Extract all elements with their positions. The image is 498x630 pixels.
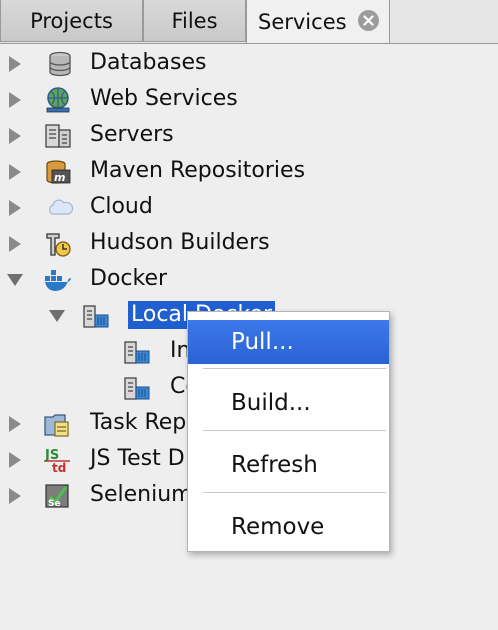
task-repo-icon [43, 410, 71, 438]
hudson-icon [43, 230, 71, 258]
menu-separator [203, 430, 386, 431]
tree-node-label: Task Rep [90, 410, 187, 435]
expand-arrow-icon[interactable] [9, 416, 21, 432]
tree-node-label: Databases [90, 50, 207, 75]
tree-node-label: Hudson Builders [90, 230, 270, 255]
menu-separator [203, 368, 386, 369]
tree-node-label: Maven Repositories [90, 158, 306, 183]
docker-instance-icon [82, 302, 110, 330]
collapse-arrow-icon[interactable] [49, 310, 65, 322]
expand-arrow-icon[interactable] [9, 488, 21, 504]
selenium-icon: Se [44, 482, 72, 510]
tab-files-label: Files [171, 8, 218, 33]
tree-node-cloud[interactable]: Cloud [0, 190, 498, 226]
tree-node-web-services[interactable]: Web Services [0, 82, 498, 118]
tree-node-label: Selenium [90, 482, 193, 507]
containers-icon [123, 374, 151, 402]
web-services-icon [44, 86, 72, 114]
tab-services-label: Services [258, 10, 347, 34]
menu-item-pull[interactable]: Pull... [188, 320, 389, 364]
menu-item-remove[interactable]: Remove [188, 505, 389, 549]
tree-node-label: Cloud [90, 194, 153, 219]
svg-text:td: td [52, 461, 66, 474]
svg-text:Se: Se [48, 499, 61, 509]
tree-node-label: Docker [90, 266, 168, 291]
tab-projects-label: Projects [30, 8, 113, 33]
expand-arrow-icon[interactable] [9, 200, 21, 216]
tab-files[interactable]: Files [143, 0, 246, 42]
menu-item-label: Remove [231, 514, 325, 540]
menu-item-label: Build... [231, 390, 311, 416]
server-icon [44, 122, 72, 150]
menu-item-refresh[interactable]: Refresh [188, 443, 389, 487]
tree-node-maven-repositories[interactable]: m Maven Repositories [0, 154, 498, 190]
menu-item-label: Pull... [231, 329, 294, 355]
menu-item-label: Refresh [231, 452, 318, 478]
expand-arrow-icon[interactable] [9, 236, 21, 252]
expand-arrow-icon[interactable] [9, 452, 21, 468]
expand-arrow-icon[interactable] [9, 164, 21, 180]
tree-node-label: Servers [90, 122, 174, 147]
expand-arrow-icon[interactable] [9, 92, 21, 108]
tab-bar: Projects Files Services [0, 0, 498, 44]
images-icon [123, 338, 151, 366]
menu-separator [203, 492, 386, 493]
tab-services[interactable]: Services [246, 0, 390, 44]
expand-arrow-icon[interactable] [9, 128, 21, 144]
cloud-icon [46, 194, 74, 222]
database-icon [46, 50, 74, 78]
tree-node-hudson-builders[interactable]: Hudson Builders [0, 226, 498, 262]
tree-node-databases[interactable]: Databases [0, 46, 498, 82]
expand-arrow-icon[interactable] [9, 56, 21, 72]
docker-icon [44, 266, 72, 294]
collapse-arrow-icon[interactable] [7, 274, 23, 286]
tab-projects[interactable]: Projects [0, 0, 143, 42]
maven-icon: m [44, 158, 72, 186]
js-test-icon: JS td [44, 446, 72, 475]
menu-item-build[interactable]: Build... [188, 381, 389, 425]
context-menu: Pull... Build... Refresh Remove [187, 311, 390, 552]
tree-node-label: JS Test D [90, 446, 185, 471]
close-tab-icon[interactable] [358, 10, 379, 31]
svg-text:m: m [54, 171, 65, 184]
tree-node-label: Web Services [90, 86, 238, 111]
tree-node-docker[interactable]: Docker [0, 262, 498, 298]
tree-node-servers[interactable]: Servers [0, 118, 498, 154]
